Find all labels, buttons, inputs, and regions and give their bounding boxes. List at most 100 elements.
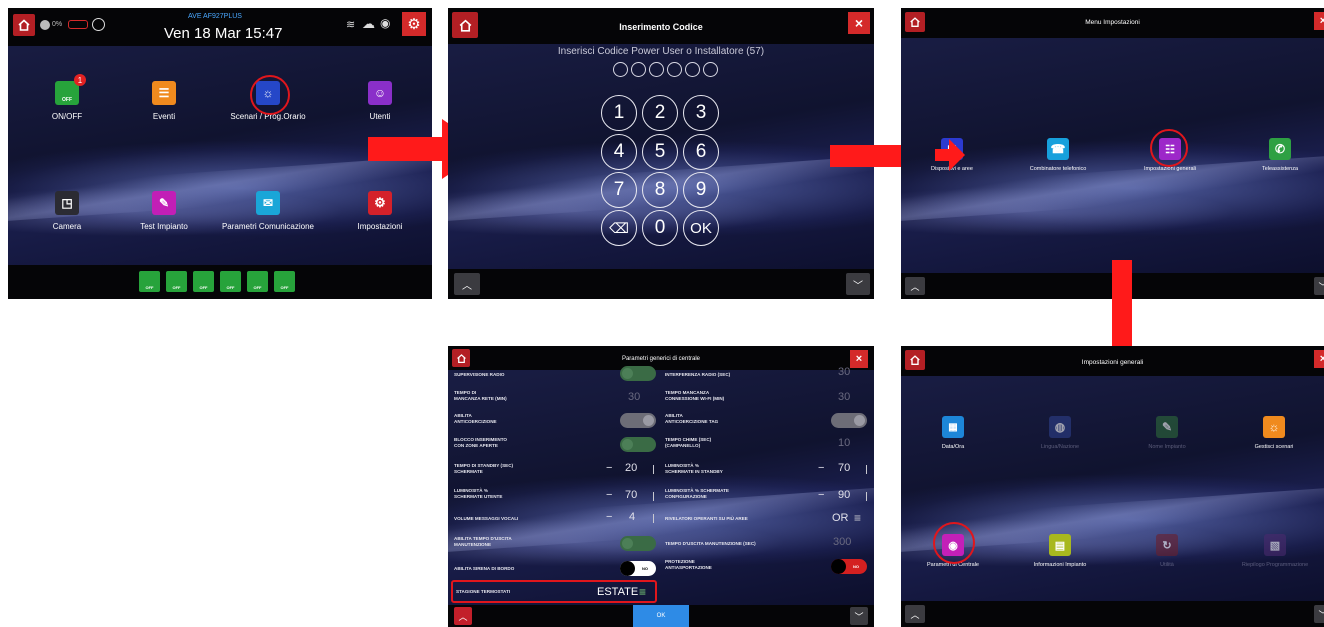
close-button[interactable]: × bbox=[1314, 350, 1324, 368]
scroll-down-button[interactable]: ﹀ bbox=[850, 607, 868, 625]
area-lock-icon[interactable]: OFF bbox=[247, 271, 268, 292]
decrement-button[interactable]: − bbox=[818, 462, 824, 474]
key-4[interactable]: 4 bbox=[601, 134, 637, 170]
setting-label: LUMINOSITÀ % SCHERMATE UTENTE bbox=[454, 488, 503, 499]
toggle-supervisione[interactable] bbox=[620, 366, 656, 381]
setting-label: ABILITA TEMPO D'USCITA MANUTENZIONE bbox=[454, 536, 512, 547]
close-icon: × bbox=[854, 15, 864, 31]
tile-riepilogo[interactable]: ▧ Riepilogo Programmazione bbox=[1231, 534, 1319, 568]
tile-combinatore[interactable]: ☎ Combinatore telefonico bbox=[1018, 138, 1098, 172]
users-icon: ☺ bbox=[368, 81, 392, 105]
key-0[interactable]: 0 bbox=[642, 210, 678, 246]
setting-value: ESTATE bbox=[597, 586, 639, 598]
toggle-antiasportazione[interactable]: NO bbox=[831, 559, 867, 574]
tile-nome-impianto[interactable]: ✎ Nome Impianto bbox=[1127, 416, 1207, 450]
screen-code-entry: Inserimento Codice × Inserisci Codice Po… bbox=[448, 8, 874, 299]
toggle-blocco-inserimento[interactable] bbox=[620, 437, 656, 452]
tile-camera[interactable]: ◳ Camera bbox=[30, 191, 104, 231]
tile-comunicazione[interactable]: ✉ Parametri Comunicazione bbox=[213, 191, 323, 231]
tile-data-ora[interactable]: ▦ Data/Ora bbox=[913, 416, 993, 450]
calendar-icon: ▦ bbox=[942, 416, 964, 438]
tile-teleassistenza[interactable]: ✆ Teleassistenza bbox=[1240, 138, 1320, 172]
tile-impostazioni[interactable]: ⚙ Impostazioni bbox=[343, 191, 417, 231]
setting-value: OR bbox=[832, 512, 849, 524]
key-6[interactable]: 6 bbox=[683, 134, 719, 170]
tile-onoff[interactable]: OFF 1 ON/OFF bbox=[30, 74, 104, 121]
decrement-button[interactable]: − bbox=[818, 489, 824, 501]
tile-test[interactable]: ✎ Test Impianto bbox=[127, 191, 201, 231]
increment-separator[interactable] bbox=[653, 465, 654, 474]
chevron-up-icon: ︿ bbox=[910, 281, 920, 292]
tile-label: Gestisci scenari bbox=[1254, 444, 1294, 450]
close-button[interactable]: × bbox=[848, 12, 870, 34]
tile-label: Informazioni Impianto bbox=[1033, 562, 1087, 568]
settings-button[interactable]: ⚙ bbox=[402, 12, 426, 36]
tile-utilita[interactable]: ↻ Utilità bbox=[1127, 534, 1207, 568]
decrement-button[interactable]: − bbox=[606, 462, 612, 474]
lock-open-icon: OFF 1 bbox=[55, 74, 86, 105]
scroll-down-button[interactable]: ﹀ bbox=[1314, 605, 1324, 623]
close-button[interactable]: × bbox=[1314, 12, 1324, 30]
decrement-button[interactable]: − bbox=[606, 489, 612, 501]
setting-value: 10 bbox=[838, 437, 851, 449]
menu-icon[interactable]: ≡ bbox=[854, 511, 861, 525]
tile-lingua[interactable]: ◍ Lingua/Nazione bbox=[1020, 416, 1100, 450]
scroll-up-button[interactable]: ︿ bbox=[454, 273, 480, 295]
key-9[interactable]: 9 bbox=[683, 172, 719, 208]
toggle-tempo-uscita[interactable] bbox=[620, 536, 656, 551]
setting-label: VOLUME MESSAGGI VOCALI bbox=[454, 516, 519, 521]
home-button[interactable] bbox=[13, 14, 35, 36]
key-1[interactable]: 1 bbox=[601, 95, 637, 131]
toggle-anticoercizione[interactable] bbox=[620, 413, 656, 428]
decrement-button[interactable]: − bbox=[606, 511, 612, 523]
scroll-up-button[interactable]: ︿ bbox=[454, 607, 472, 625]
area-badges: OFF OFF OFF OFF OFF OFF bbox=[139, 271, 295, 292]
ok-key[interactable]: OK bbox=[683, 210, 719, 246]
setting-label: LUMINOSITÀ % SCHERMATE CONFIGURAZIONE bbox=[665, 488, 729, 499]
code-dots bbox=[611, 62, 719, 82]
increment-separator[interactable] bbox=[653, 492, 654, 501]
close-button[interactable]: × bbox=[850, 350, 868, 368]
key-5[interactable]: 5 bbox=[642, 134, 678, 170]
toggle-anticoercizione-tag[interactable] bbox=[831, 413, 867, 428]
key-2[interactable]: 2 bbox=[642, 95, 678, 131]
scroll-down-button[interactable]: ﹀ bbox=[846, 273, 870, 295]
scroll-up-button[interactable]: ︿ bbox=[905, 277, 925, 295]
camera-icon: ◳ bbox=[55, 191, 79, 215]
increment-separator[interactable] bbox=[866, 492, 867, 501]
chevron-up-icon: ︿ bbox=[458, 611, 468, 622]
increment-separator[interactable] bbox=[866, 465, 867, 474]
tile-gestisci-scenari[interactable]: ☼ Gestisci scenari bbox=[1234, 416, 1314, 450]
tile-utenti[interactable]: ☺ Utenti bbox=[343, 81, 417, 121]
arrow-right-icon bbox=[935, 139, 965, 171]
tile-informazioni[interactable]: ▤ Informazioni Impianto bbox=[1020, 534, 1100, 568]
increment-separator[interactable] bbox=[653, 514, 654, 523]
page-title: Inserimento Codice bbox=[619, 22, 703, 32]
bottom-bar bbox=[901, 601, 1324, 627]
toggle-sirena-bordo[interactable]: NO bbox=[620, 561, 656, 576]
area-lock-icon[interactable]: OFF bbox=[139, 271, 160, 292]
backspace-key[interactable]: ⌫ bbox=[601, 210, 637, 246]
scroll-up-button[interactable]: ︿ bbox=[905, 605, 925, 623]
code-dot bbox=[648, 62, 664, 77]
code-dot bbox=[666, 62, 682, 77]
setting-label: ABILITA ANTICOERCIZIONE TAG bbox=[665, 413, 719, 424]
area-lock-icon[interactable]: OFF bbox=[166, 271, 187, 292]
page-title: Impostazioni generali bbox=[1081, 359, 1144, 366]
setting-value: 30 bbox=[628, 391, 641, 403]
summary-icon: ▧ bbox=[1264, 534, 1286, 556]
area-lock-icon[interactable]: OFF bbox=[193, 271, 214, 292]
key-8[interactable]: 8 bbox=[642, 172, 678, 208]
key-3[interactable]: 3 bbox=[683, 95, 719, 131]
setting-label: ABILITA SIRENA DI BORDO bbox=[454, 566, 515, 571]
key-7[interactable]: 7 bbox=[601, 172, 637, 208]
scroll-down-button[interactable]: ﹀ bbox=[1314, 277, 1324, 295]
menu-icon[interactable]: ≡ bbox=[639, 585, 646, 599]
area-lock-icon[interactable]: OFF bbox=[220, 271, 241, 292]
tile-eventi[interactable]: ☰ Eventi bbox=[127, 81, 201, 121]
battery-icon bbox=[68, 20, 88, 29]
info-icon: ▤ bbox=[1049, 534, 1071, 556]
gear-icon: ⚙ bbox=[407, 16, 421, 33]
area-lock-icon[interactable]: OFF bbox=[274, 271, 295, 292]
ok-button[interactable]: OK bbox=[633, 605, 689, 627]
